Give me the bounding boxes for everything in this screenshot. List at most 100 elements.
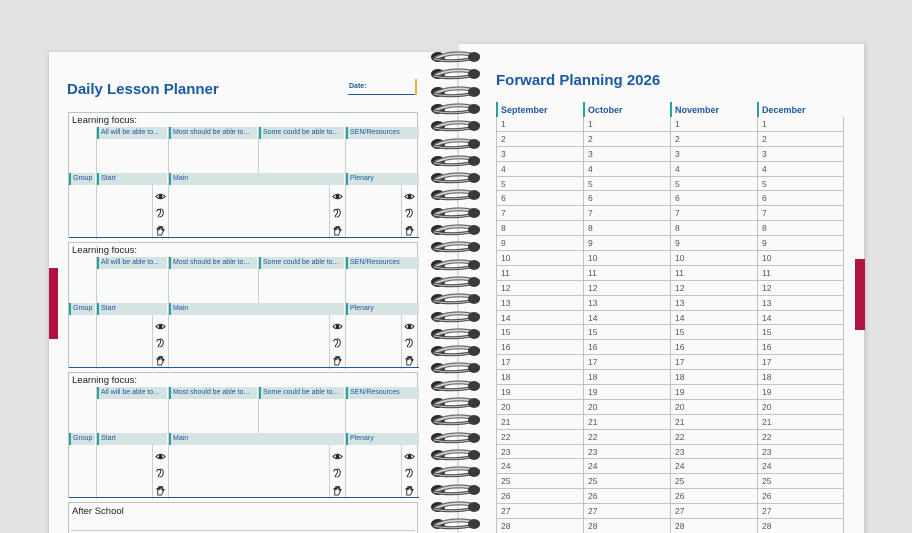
day-row[interactable]: 4 bbox=[497, 162, 583, 177]
day-row[interactable]: 5 bbox=[758, 177, 843, 192]
lesson-block[interactable]: Learning focus: All will be able to... Mos… bbox=[68, 372, 419, 499]
day-row[interactable]: 28 bbox=[584, 519, 670, 533]
day-row[interactable]: 8 bbox=[671, 221, 757, 237]
day-row[interactable]: 15 bbox=[497, 325, 583, 341]
day-row[interactable]: 22 bbox=[758, 430, 843, 445]
day-row[interactable]: 19 bbox=[584, 385, 670, 400]
day-row[interactable]: 16 bbox=[584, 340, 670, 356]
day-row[interactable]: 21 bbox=[584, 415, 670, 430]
day-row[interactable]: 3 bbox=[758, 147, 843, 162]
day-row[interactable]: 4 bbox=[758, 162, 843, 177]
day-row[interactable]: 12 bbox=[671, 281, 757, 296]
day-row[interactable]: 7 bbox=[497, 206, 583, 222]
day-row[interactable]: 1 bbox=[584, 117, 670, 132]
day-row[interactable]: 26 bbox=[671, 489, 757, 505]
day-row[interactable]: 21 bbox=[497, 415, 583, 430]
date-field-line[interactable] bbox=[348, 94, 416, 95]
day-row[interactable]: 26 bbox=[497, 489, 583, 505]
day-row[interactable]: 15 bbox=[671, 325, 757, 341]
day-row[interactable]: 14 bbox=[497, 311, 583, 326]
day-row[interactable]: 15 bbox=[584, 325, 670, 341]
day-row[interactable]: 18 bbox=[758, 370, 843, 386]
day-row[interactable]: 21 bbox=[758, 415, 843, 430]
day-row[interactable]: 14 bbox=[584, 311, 670, 326]
day-row[interactable]: 22 bbox=[497, 430, 583, 445]
day-row[interactable]: 11 bbox=[758, 266, 843, 281]
day-row[interactable]: 25 bbox=[671, 474, 757, 490]
day-row[interactable]: 16 bbox=[671, 340, 757, 356]
day-row[interactable]: 7 bbox=[584, 206, 670, 222]
day-row[interactable]: 9 bbox=[758, 236, 843, 252]
day-row[interactable]: 19 bbox=[758, 385, 843, 400]
day-row[interactable]: 8 bbox=[584, 221, 670, 237]
day-row[interactable]: 20 bbox=[584, 400, 670, 415]
day-row[interactable]: 17 bbox=[584, 355, 670, 371]
day-row[interactable]: 28 bbox=[497, 519, 583, 533]
day-row[interactable]: 27 bbox=[497, 504, 583, 520]
day-row[interactable]: 28 bbox=[671, 519, 757, 533]
day-row[interactable]: 17 bbox=[671, 355, 757, 371]
day-row[interactable]: 1 bbox=[497, 117, 583, 132]
day-row[interactable]: 8 bbox=[758, 221, 843, 237]
day-row[interactable]: 20 bbox=[758, 400, 843, 415]
day-row[interactable]: 12 bbox=[584, 281, 670, 296]
day-row[interactable]: 26 bbox=[758, 489, 843, 505]
day-row[interactable]: 9 bbox=[671, 236, 757, 252]
day-row[interactable]: 23 bbox=[497, 445, 583, 460]
day-row[interactable]: 12 bbox=[497, 281, 583, 296]
day-row[interactable]: 6 bbox=[497, 191, 583, 207]
day-row[interactable]: 16 bbox=[758, 340, 843, 356]
day-row[interactable]: 23 bbox=[584, 445, 670, 460]
after-school-section[interactable]: After School bbox=[68, 502, 418, 533]
day-row[interactable]: 15 bbox=[758, 325, 843, 341]
day-row[interactable]: 25 bbox=[497, 474, 583, 490]
day-row[interactable]: 4 bbox=[584, 162, 670, 177]
day-row[interactable]: 10 bbox=[758, 251, 843, 266]
day-row[interactable]: 13 bbox=[584, 296, 670, 311]
day-row[interactable]: 7 bbox=[671, 206, 757, 222]
day-row[interactable]: 19 bbox=[671, 385, 757, 400]
day-row[interactable]: 9 bbox=[497, 236, 583, 252]
day-row[interactable]: 3 bbox=[497, 147, 583, 162]
day-row[interactable]: 22 bbox=[584, 430, 670, 445]
day-row[interactable]: 28 bbox=[758, 519, 843, 533]
day-row[interactable]: 2 bbox=[671, 132, 757, 147]
day-row[interactable]: 13 bbox=[671, 296, 757, 311]
day-row[interactable]: 25 bbox=[758, 474, 843, 490]
day-row[interactable]: 1 bbox=[758, 117, 843, 132]
day-row[interactable]: 18 bbox=[497, 370, 583, 386]
day-row[interactable]: 23 bbox=[671, 445, 757, 460]
day-row[interactable]: 6 bbox=[671, 191, 757, 207]
day-row[interactable]: 3 bbox=[671, 147, 757, 162]
bookmark-tab-right[interactable] bbox=[855, 259, 865, 330]
day-row[interactable]: 4 bbox=[671, 162, 757, 177]
day-row[interactable]: 17 bbox=[497, 355, 583, 371]
day-row[interactable]: 22 bbox=[671, 430, 757, 445]
day-row[interactable]: 2 bbox=[584, 132, 670, 147]
day-row[interactable]: 23 bbox=[758, 445, 843, 460]
day-row[interactable]: 13 bbox=[497, 296, 583, 311]
day-row[interactable]: 2 bbox=[497, 132, 583, 147]
day-row[interactable]: 18 bbox=[671, 370, 757, 386]
day-row[interactable]: 16 bbox=[497, 340, 583, 356]
day-row[interactable]: 14 bbox=[758, 311, 843, 326]
day-row[interactable]: 3 bbox=[584, 147, 670, 162]
day-row[interactable]: 1 bbox=[671, 117, 757, 132]
day-row[interactable]: 27 bbox=[584, 504, 670, 520]
day-row[interactable]: 27 bbox=[758, 504, 843, 520]
day-row[interactable]: 10 bbox=[497, 251, 583, 266]
day-row[interactable]: 27 bbox=[671, 504, 757, 520]
day-row[interactable]: 24 bbox=[671, 459, 757, 475]
day-row[interactable]: 5 bbox=[671, 177, 757, 192]
day-row[interactable]: 11 bbox=[584, 266, 670, 281]
day-row[interactable]: 24 bbox=[584, 459, 670, 475]
day-row[interactable]: 17 bbox=[758, 355, 843, 371]
day-row[interactable]: 11 bbox=[497, 266, 583, 281]
day-row[interactable]: 14 bbox=[671, 311, 757, 326]
day-row[interactable]: 12 bbox=[758, 281, 843, 296]
lesson-block[interactable]: Learning focus: All will be able to... Mos… bbox=[68, 242, 419, 369]
day-row[interactable]: 5 bbox=[497, 177, 583, 192]
bookmark-tab-left[interactable] bbox=[49, 268, 58, 339]
day-row[interactable]: 5 bbox=[584, 177, 670, 192]
day-row[interactable]: 13 bbox=[758, 296, 843, 311]
